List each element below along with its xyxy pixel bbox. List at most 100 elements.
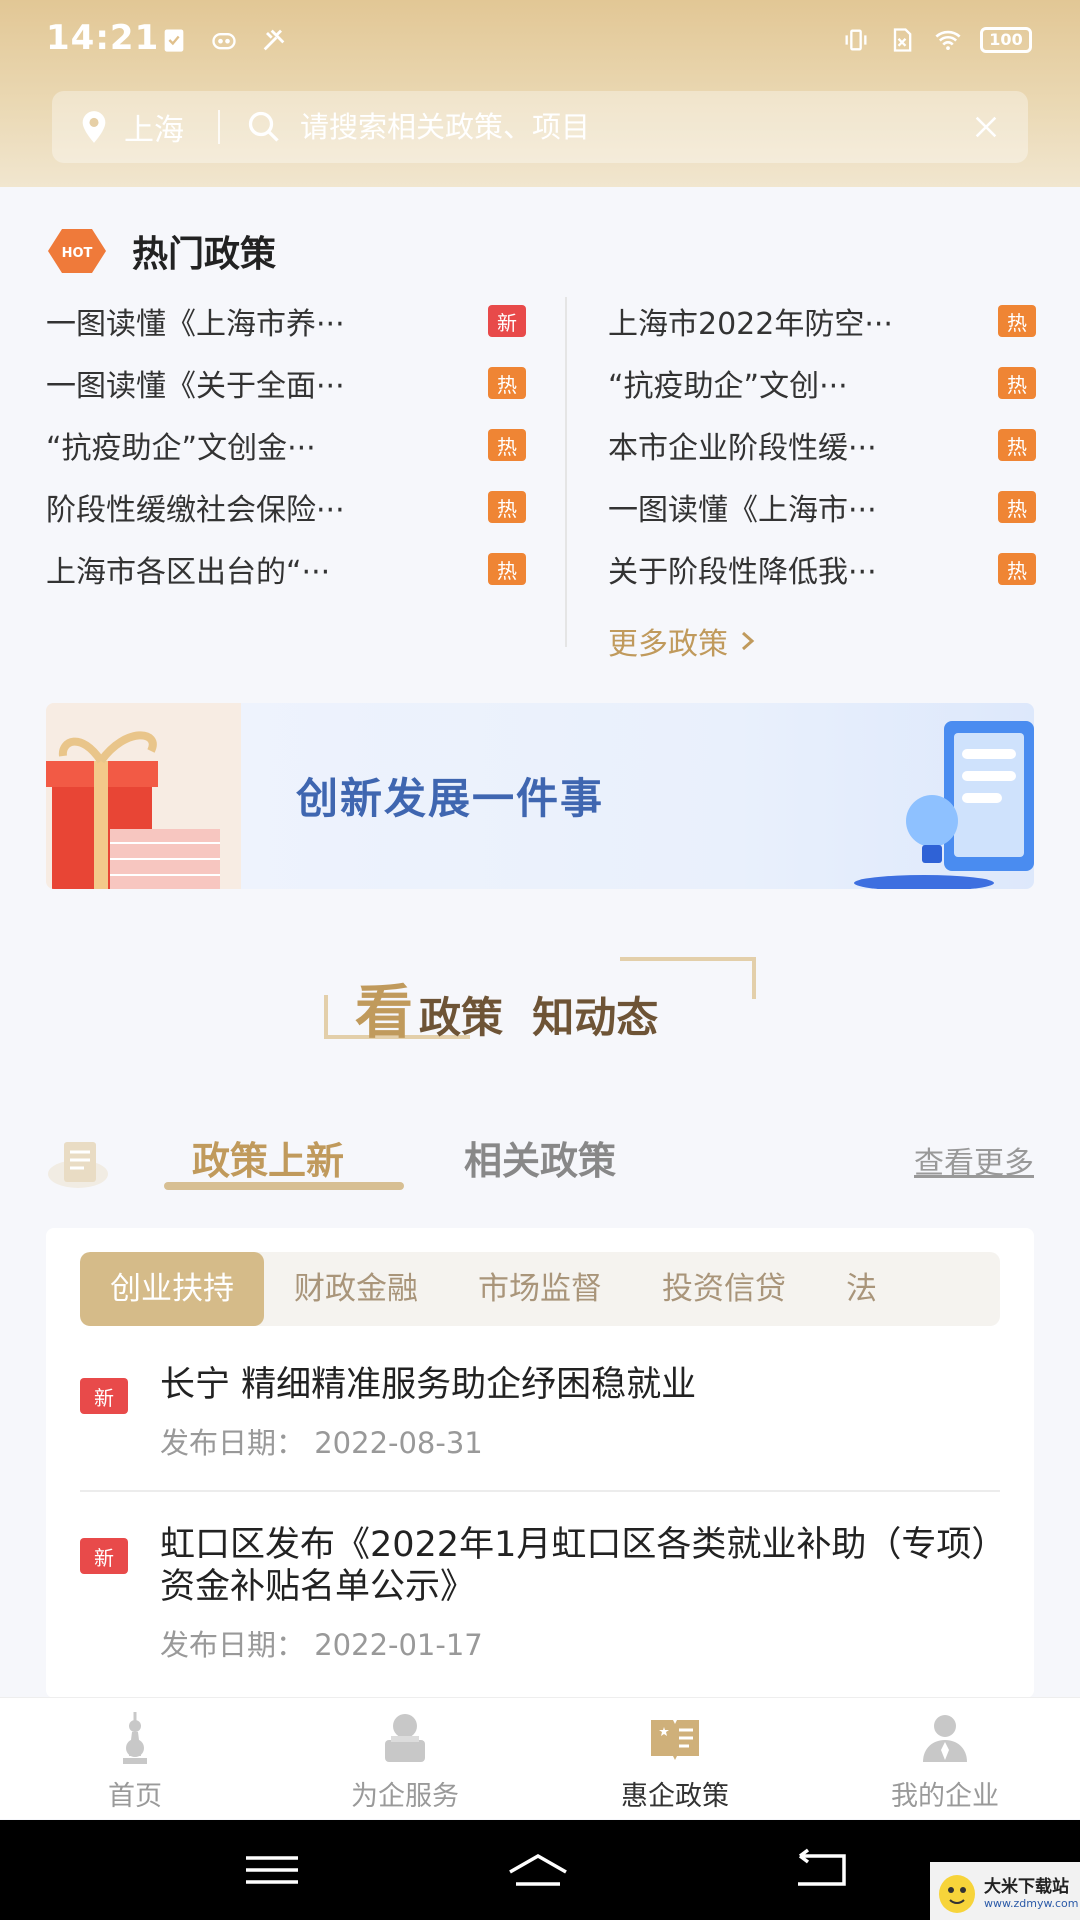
more-policy-link[interactable]: 更多政策 [608,619,756,663]
category-market-supervision[interactable]: 市场监督 [448,1252,632,1326]
nav-my-enterprise[interactable]: 我的企业 [810,1698,1080,1819]
hot-tag: 热 [998,491,1036,523]
status-notification-icons [160,26,288,54]
hot-policy-item[interactable]: 一图读懂《关于全面··· 热 [46,352,526,414]
more-policy-label: 更多政策 [608,627,728,662]
lightbulb-device-icon [854,721,1034,889]
hot-policy-item-text: 一图读懂《关于全面··· [46,369,345,404]
new-tag: 新 [488,305,526,337]
new-tag: 新 [80,1378,128,1414]
watermark-text: 大米下载站 www.zdmyw.com [984,1872,1078,1910]
hot-badge-text: HOT [62,246,93,261]
close-icon[interactable] [972,113,1000,141]
hot-tag: 热 [488,491,526,523]
news-date: 发布日期： 2022-08-31 [160,1426,483,1460]
hot-policy-item[interactable]: “抗疫助企”文创··· 热 [608,352,1036,414]
user-enterprise-icon [923,1715,967,1762]
hot-policy-item[interactable]: 上海市各区出台的“··· 热 [46,538,526,600]
tab-new-policies[interactable]: 政策上新 [192,1130,344,1185]
hot-policy-section: HOT 热门政策 一图读懂《上海市养··· 新 一图读懂《关于全面··· 热 “抗疫… [0,187,1080,677]
news-date: 发布日期： 2022-01-17 [160,1628,483,1662]
hot-policy-item-text: 上海市各区出台的“··· [46,555,331,590]
hot-policy-title: 热门政策 [132,234,277,275]
nav-label: 为企服务 [351,1781,459,1812]
nav-enterprise-service[interactable]: 为企服务 [270,1698,540,1819]
banner-title: 创新发展一件事 [296,774,605,823]
clipboard-check-icon [164,29,184,52]
chevron-right-icon [742,631,755,651]
bottom-navigation: 首页 为企服务 惠企政策 我的企业 [0,1697,1080,1819]
robot-icon [212,33,236,50]
status-right-icons: 100 [842,26,1032,54]
hot-policy-item[interactable]: 一图读懂《上海市养··· 新 [46,290,526,352]
hot-policy-item-text: 上海市2022年防空··· [608,307,893,342]
news-title: 虹口区发布《2022年1月虹口区各类就业补助（专项）资金补贴名单公示》 [160,1525,989,1607]
hot-policy-item-text: “抗疫助企”文创金··· [46,431,316,466]
search-icon [248,111,279,142]
location-selector[interactable]: 上海 [124,105,184,149]
hot-policy-item[interactable]: 关于阶段性降低我··· 热 [608,538,1036,600]
news-item[interactable]: 新 长宁 精细精准服务助企纾困稳就业 发布日期： 2022-08-31 [80,1364,1000,1484]
new-tag: 新 [80,1538,128,1574]
hot-policy-item-text: 一图读懂《上海市··· [608,493,877,528]
news-title: 长宁 精细精准服务助企纾困稳就业 [160,1365,697,1405]
nav-label: 首页 [108,1781,162,1812]
slogan: 看 政策 知动态 [320,955,760,1046]
back-icon[interactable] [790,1848,854,1892]
hot-tag: 热 [998,367,1036,399]
status-bar: 14:21 100 [0,0,1080,80]
tab-active-indicator [164,1182,404,1190]
header: 14:21 100 上海 [0,0,1080,187]
hot-policy-item-text: “抗疫助企”文创··· [608,369,848,404]
hot-tag: 热 [488,367,526,399]
watermark-logo [939,1875,975,1913]
gift-box-icon [46,703,241,889]
hot-policy-item-text: 阶段性缓缴社会保险··· [46,493,345,528]
tower-icon [123,1712,147,1764]
document-list-icon [48,1142,108,1188]
hot-tag: 热 [488,553,526,585]
menu-icon[interactable] [240,1848,304,1892]
hot-policy-item[interactable]: “抗疫助企”文创金··· 热 [46,414,526,476]
tools-icon [263,29,285,51]
vibrate-icon [845,29,867,51]
policy-news-card: 创业扶持 财政金融 市场监督 投资信贷 法 新 长宁 精细精准服务助企纾困稳就业… [46,1228,1034,1698]
category-startup-support[interactable]: 创业扶持 [80,1252,264,1326]
home-icon[interactable] [506,1848,570,1892]
tab-related-policies[interactable]: 相关政策 [464,1130,616,1185]
hot-policy-header: HOT 热门政策 [46,225,276,277]
category-more[interactable]: 法 [816,1252,907,1326]
nav-label: 惠企政策 [621,1781,729,1812]
nav-policy[interactable]: 惠企政策 [540,1698,810,1819]
promo-banner[interactable]: 创新发展一件事 [46,703,1034,889]
hot-badge-icon: HOT [48,229,106,273]
slogan-rest: 政策 知动态 [419,993,659,1042]
hot-tag: 热 [998,305,1036,337]
hot-policy-item[interactable]: 上海市2022年防空··· 热 [608,290,1036,352]
search-bar[interactable]: 上海 [52,91,1028,163]
policy-book-icon [651,1720,699,1760]
news-divider [80,1490,1000,1492]
hot-policy-item[interactable]: 阶段性缓缴社会保险··· 热 [46,476,526,538]
search-input[interactable] [300,110,972,144]
nav-home[interactable]: 首页 [0,1698,270,1819]
watermark-name: 大米下载站 [984,1877,1069,1897]
hot-policy-item[interactable]: 本市企业阶段性缓··· 热 [608,414,1036,476]
hot-policy-item-text: 一图读懂《上海市养··· [46,307,345,342]
nav-label: 我的企业 [891,1781,999,1812]
slogan-big-char: 看 [355,978,414,1046]
hot-tag: 热 [488,429,526,461]
hot-policy-item-text: 关于阶段性降低我··· [608,555,877,590]
category-investment-credit[interactable]: 投资信贷 [632,1252,816,1326]
hot-policy-item[interactable]: 一图读懂《上海市··· 热 [608,476,1036,538]
column-divider [565,297,567,647]
hot-tag: 热 [998,553,1036,585]
hot-policy-right-column: 上海市2022年防空··· 热 “抗疫助企”文创··· 热 本市企业阶段性缓··· 热… [608,290,1036,600]
category-finance[interactable]: 财政金融 [264,1252,448,1326]
watermark-url: www.zdmyw.com [984,1897,1079,1910]
hot-policy-item-text: 本市企业阶段性缓··· [608,431,877,466]
view-more-link[interactable]: 查看更多 [914,1138,1034,1182]
hot-tag: 热 [998,429,1036,461]
battery-indicator: 100 [980,27,1032,53]
news-item[interactable]: 新 虹口区发布《2022年1月虹口区各类就业补助（专项）资金补贴名单公示》 发布… [80,1524,1000,1674]
